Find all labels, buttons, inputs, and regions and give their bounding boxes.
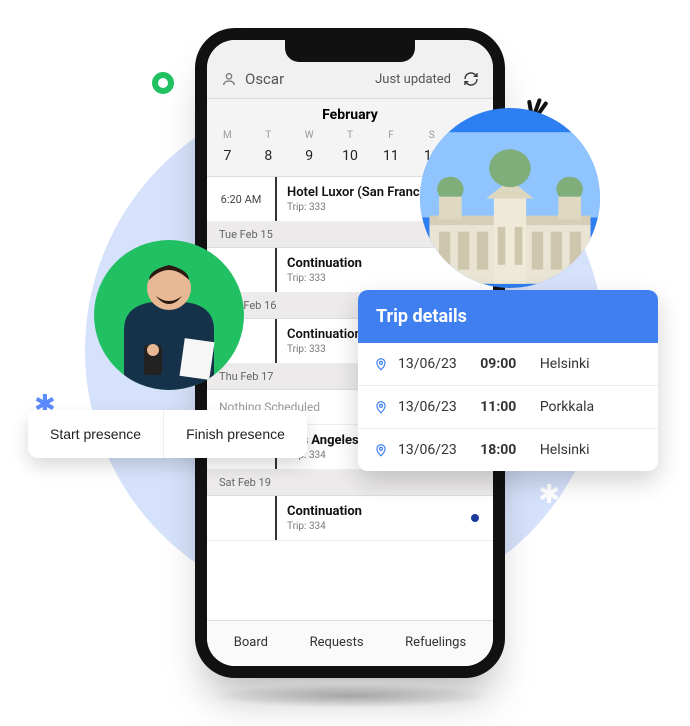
status-dot (471, 514, 479, 522)
pin-icon (374, 355, 388, 373)
finish-presence-button[interactable]: Finish presence (163, 410, 307, 458)
nav-requests[interactable]: Requests (310, 635, 364, 650)
trip-city: Helsinki (540, 356, 590, 372)
trip-details-card: Trip details 13/06/23 09:00 Helsinki 13/… (358, 290, 658, 471)
trip-city: Porkkala (540, 399, 594, 415)
user-label[interactable]: Oscar (221, 70, 284, 88)
nav-refuelings[interactable]: Refuelings (405, 635, 466, 650)
username: Oscar (245, 70, 284, 88)
day-header: Sat Feb 19 (207, 470, 493, 496)
sync-status: Just updated (375, 72, 451, 87)
entry-time (207, 496, 277, 540)
start-presence-button[interactable]: Start presence (28, 410, 163, 458)
person-illustration (104, 250, 234, 390)
day-cell[interactable]: 11 (370, 144, 411, 168)
dow: T (330, 127, 371, 144)
trip-time: 09:00 (480, 356, 516, 372)
pin-icon (374, 441, 388, 459)
nav-board[interactable]: Board (234, 635, 268, 650)
dow: T (248, 127, 289, 144)
entry-time: 6:20 AM (207, 177, 277, 221)
entry-title: Continuation (287, 504, 483, 519)
bottom-nav: Board Requests Refuelings (207, 620, 493, 666)
presence-card: Start presence Finish presence (28, 410, 307, 458)
trip-stop[interactable]: 13/06/23 11:00 Porkkala (358, 386, 658, 429)
dow: W (289, 127, 330, 144)
schedule-entry[interactable]: Continuation Trip: 334 (207, 496, 493, 541)
trip-details-title: Trip details (358, 290, 658, 343)
entry-sub: Trip: 334 (287, 521, 483, 532)
trip-date: 13/06/23 (398, 356, 457, 372)
user-icon (221, 71, 237, 87)
avatar-building (420, 108, 600, 288)
day-cell[interactable]: 7 (207, 144, 248, 168)
day-cell[interactable]: 9 (289, 144, 330, 168)
pin-icon (374, 398, 388, 416)
decoration-star-white: ✱ (538, 480, 560, 510)
trip-city: Helsinki (540, 442, 590, 458)
trip-time: 18:00 (480, 442, 516, 458)
trip-date: 13/06/23 (398, 399, 457, 415)
trip-date: 13/06/23 (398, 442, 457, 458)
trip-time: 11:00 (480, 399, 516, 415)
trip-stop[interactable]: 13/06/23 09:00 Helsinki (358, 343, 658, 386)
phone-shadow (210, 684, 490, 708)
refresh-icon[interactable] (463, 71, 479, 87)
entry-sub: Trip: 333 (287, 273, 483, 284)
dow: F (370, 127, 411, 144)
month-label: February (207, 99, 493, 127)
avatar-person (94, 240, 244, 390)
day-cell[interactable]: 10 (330, 144, 371, 168)
trip-stop[interactable]: 13/06/23 18:00 Helsinki (358, 429, 658, 471)
decoration-green-ring (152, 72, 174, 94)
dow: M (207, 127, 248, 144)
phone-notch (285, 40, 415, 62)
day-cell[interactable]: 8 (248, 144, 289, 168)
